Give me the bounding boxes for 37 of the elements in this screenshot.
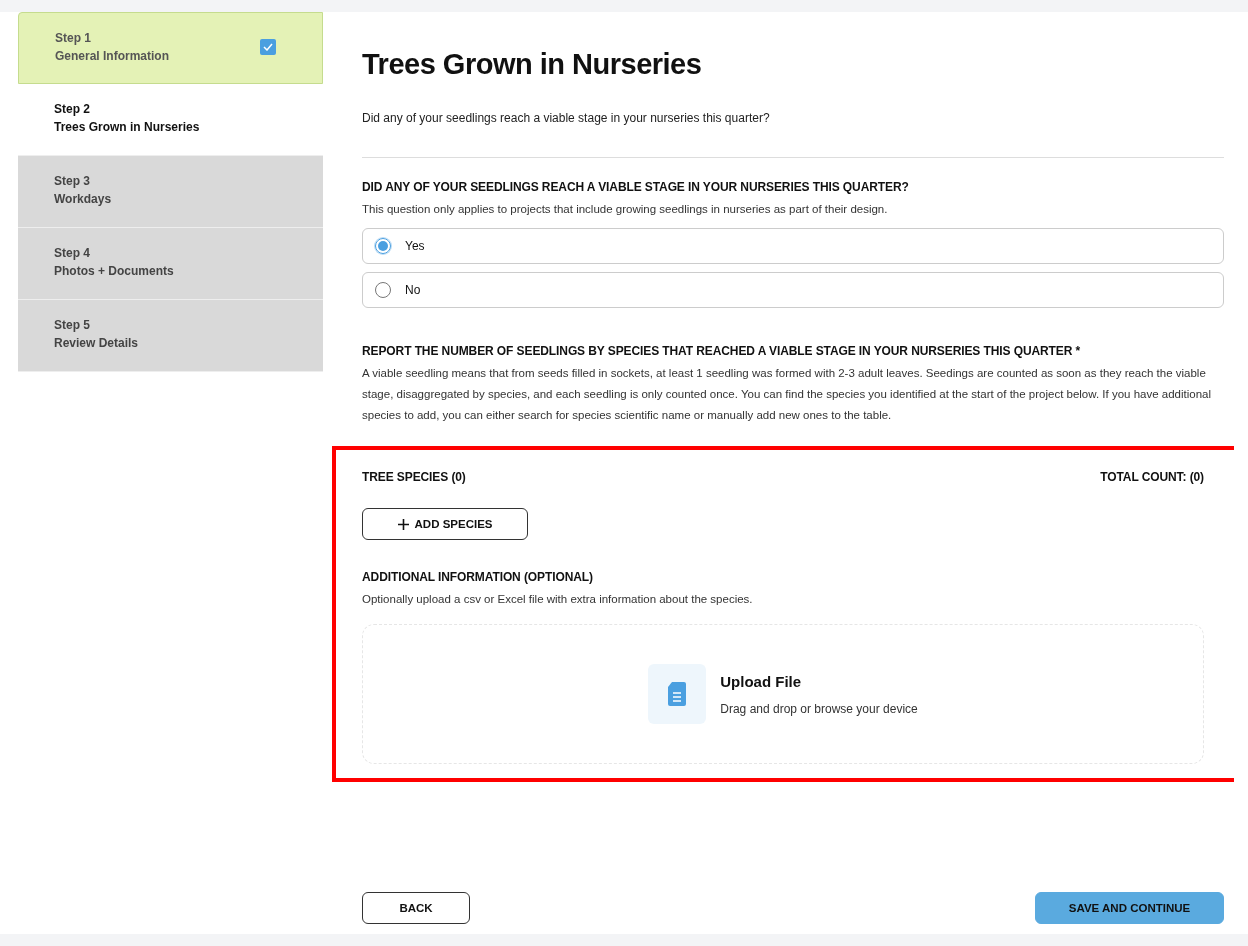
report-heading: REPORT THE NUMBER OF SEEDLINGS BY SPECIES THAT REACHED A VIABLE STAGE IN YOUR NURSERIES THIS QUARTER * bbox=[362, 344, 1082, 358]
add-species-button[interactable]: ADD SPECIES bbox=[362, 508, 528, 540]
total-count: TOTAL COUNT: (0) bbox=[1100, 470, 1204, 484]
step-title: General Information bbox=[55, 49, 171, 63]
additional-description: Optionally upload a csv or Excel file with extra information about the species. bbox=[362, 592, 754, 607]
step-item[interactable]: Step 4 Photos + Documents bbox=[18, 228, 323, 300]
upload-dropzone[interactable]: Upload File Drag and drop or browse your device bbox=[362, 624, 1204, 764]
step-title: Trees Grown in Nurseries bbox=[54, 120, 201, 134]
step-title: Review Details bbox=[54, 336, 140, 350]
step-number: Step 2 bbox=[54, 102, 91, 116]
option-label: Yes bbox=[405, 239, 425, 253]
species-count: TREE SPECIES (0) bbox=[362, 470, 466, 484]
question-description: This question only applies to projects that include growing seedlings in nurseries as part of their design. bbox=[362, 202, 889, 217]
checkmark-icon bbox=[263, 43, 273, 51]
step-number: Step 3 bbox=[54, 174, 91, 188]
step-title: Workdays bbox=[54, 192, 113, 206]
upload-hint: Drag and drop or browse your device bbox=[720, 701, 918, 716]
step-number: Step 4 bbox=[54, 246, 91, 260]
file-icon bbox=[648, 664, 707, 724]
page-title: Trees Grown in Nurseries bbox=[362, 48, 703, 81]
plus-icon bbox=[397, 518, 409, 530]
radio-option[interactable]: Yes bbox=[362, 228, 1224, 264]
step-number: Step 5 bbox=[54, 318, 91, 332]
radio-option[interactable]: No bbox=[362, 272, 1224, 308]
save-and-continue-button[interactable]: SAVE AND CONTINUE bbox=[1035, 892, 1224, 924]
step-item[interactable]: Step 3 Workdays bbox=[18, 156, 323, 228]
report-description: A viable seedling means that from seeds filled in sockets, at least 1 seedling was formed with 2-3 adult leaves. Seedings are counted as soon as they reach the viable stage, disaggregated by species, and each seedling is only counted once. You can find the species you identified at the start of the project below. If you have additional species to add, you can either search for species scientific name or manually add new ones to the table. bbox=[362, 366, 1213, 423]
option-label: No bbox=[405, 283, 421, 297]
step-item[interactable]: Step 1 General Information bbox=[18, 12, 323, 84]
back-button[interactable]: BACK bbox=[362, 892, 470, 924]
step-title: Photos + Documents bbox=[54, 264, 175, 278]
upload-title: Upload File bbox=[720, 672, 803, 690]
question-heading: DID ANY OF YOUR SEEDLINGS REACH A VIABLE STAGE IN YOUR NURSERIES THIS QUARTER? bbox=[362, 180, 910, 194]
step-number: Step 1 bbox=[55, 31, 92, 45]
additional-heading: ADDITIONAL INFORMATION (OPTIONAL) bbox=[362, 570, 594, 584]
step-item[interactable]: Step 5 Review Details bbox=[18, 300, 323, 372]
page-subtitle: Did any of your seedlings reach a viable stage in your nurseries this quarter? bbox=[362, 111, 771, 125]
